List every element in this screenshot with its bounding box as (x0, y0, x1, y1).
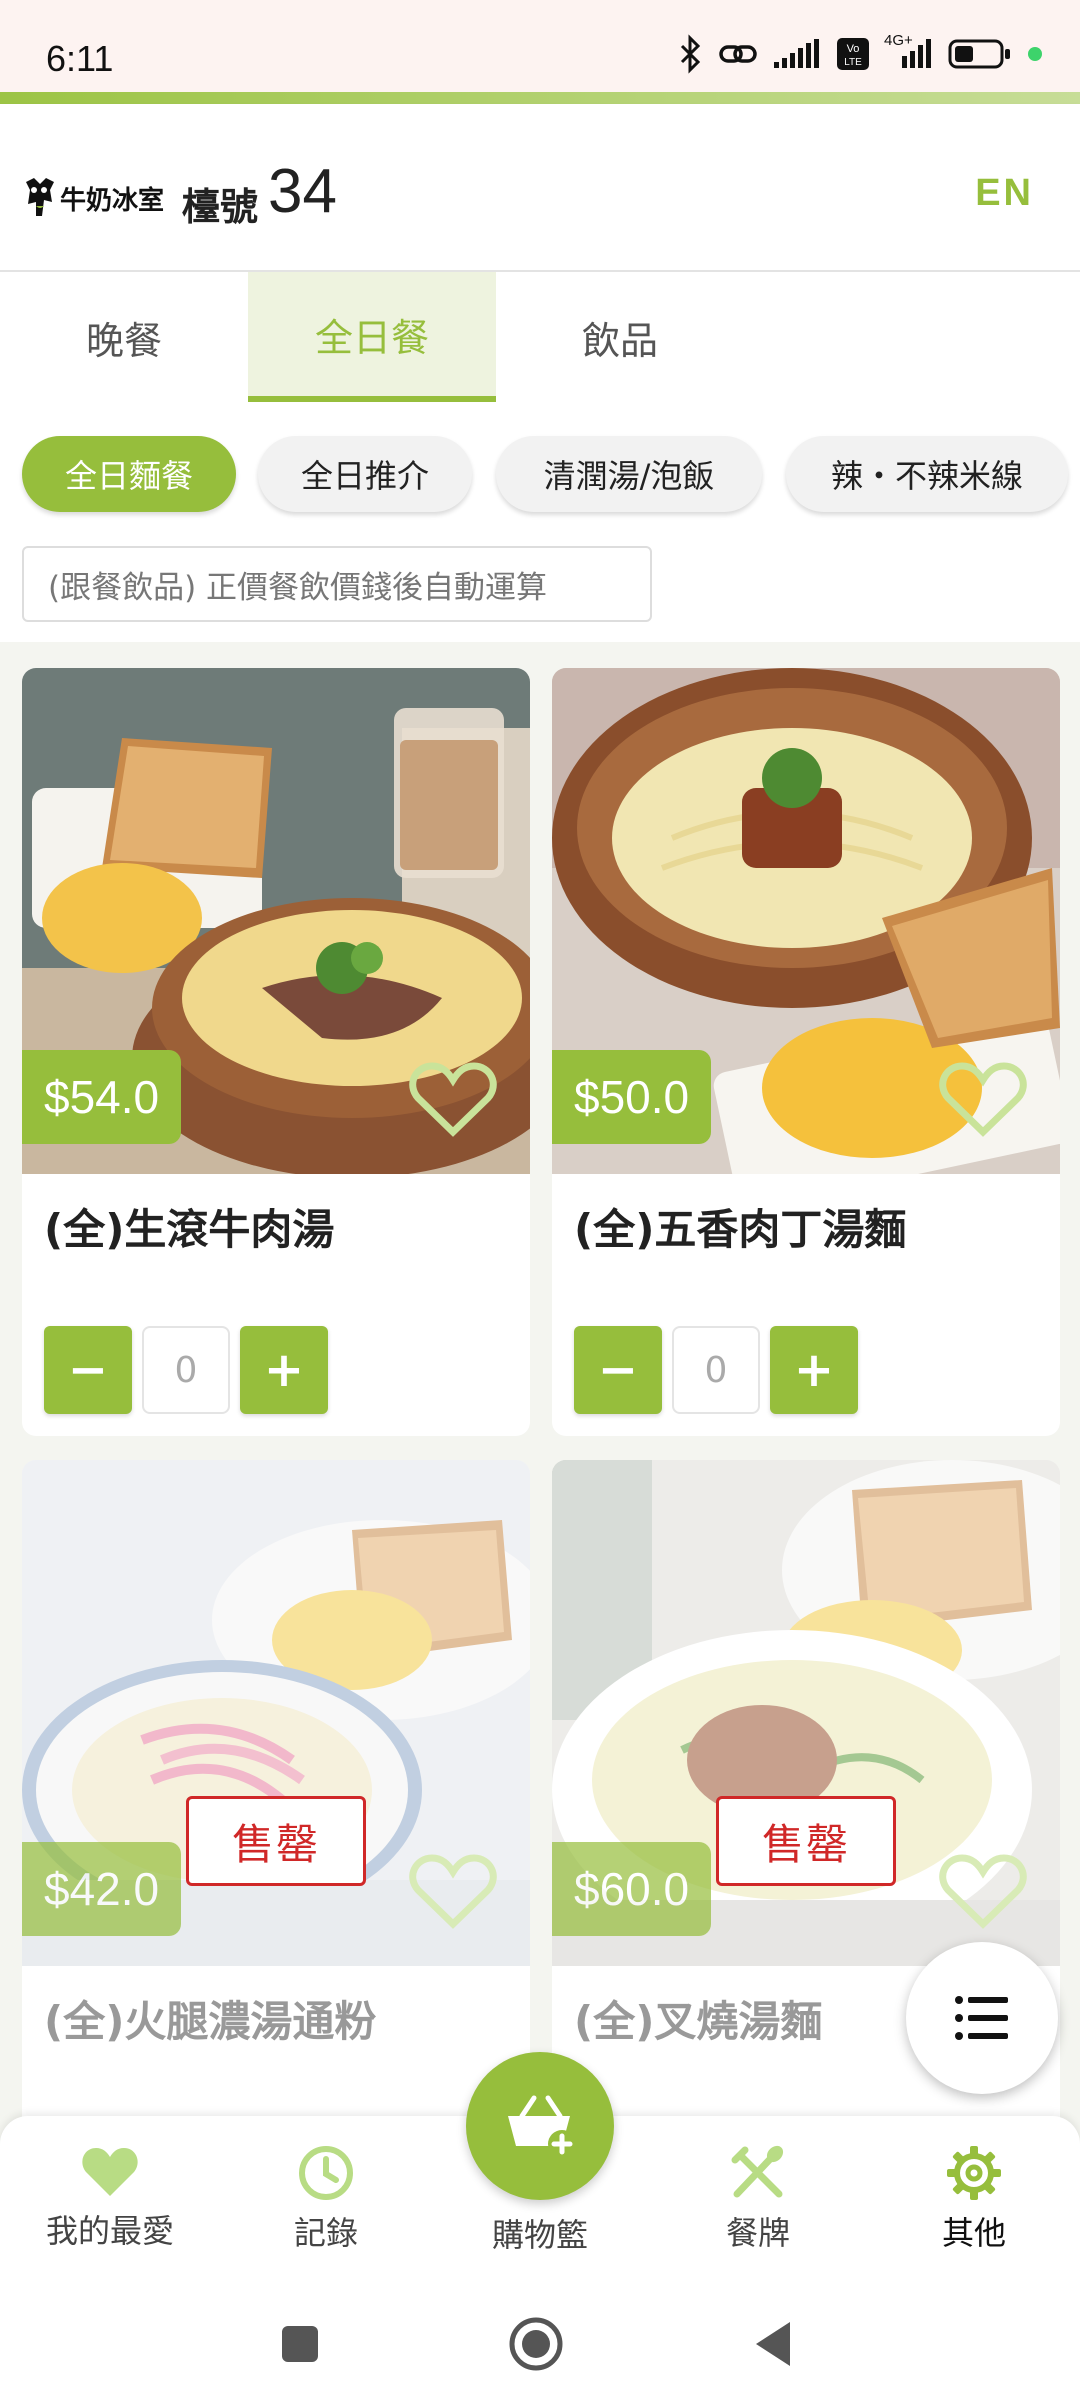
chip-all-day-noodles[interactable]: 全日麵餐 (22, 436, 236, 512)
price-tag: $50.0 (552, 1050, 712, 1144)
chip-rice-noodles[interactable]: 辣・不辣米線 (786, 436, 1068, 512)
increase-button[interactable]: + (770, 1326, 858, 1414)
favorite-heart-icon[interactable] (938, 1852, 1028, 1932)
quantity-field[interactable]: 0 (672, 1326, 760, 1414)
signal-icon (772, 38, 822, 74)
nav-favorites[interactable]: 我的最愛 (10, 2144, 210, 2252)
note-area: (跟餐飲品) 正價餐飲價錢後自動運算 (0, 532, 1080, 642)
price-tag: $60.0 (552, 1842, 712, 1936)
system-navigation-bar (0, 2284, 1080, 2400)
status-bar: 6:11 Vo LTE 4G+ (0, 0, 1080, 96)
favorite-heart-icon[interactable] (408, 1852, 498, 1932)
category-chips: 全日麵餐 全日推介 清潤湯/泡飯 辣・不辣米線 (0, 406, 1080, 532)
home-icon[interactable] (508, 2316, 564, 2372)
dish-name: (全)叉燒湯麵 (574, 1997, 823, 2046)
logo-text: 牛奶冰室 (60, 185, 165, 216)
svg-text:Vo: Vo (847, 43, 860, 55)
menu-item-card[interactable]: $54.0 (全)生滾牛肉湯 − 0 + (22, 668, 530, 1436)
menu-item-card[interactable]: $50.0 (全)五香肉丁湯麵 − 0 + (552, 668, 1060, 1436)
svg-text:LTE: LTE (844, 57, 862, 68)
cart-label: 購物籃 (491, 2216, 588, 2254)
status-dot-icon (1026, 45, 1044, 67)
basket-add-icon (508, 2095, 576, 2158)
favorite-heart-icon[interactable] (938, 1060, 1028, 1140)
dish-name: (全)火腿濃湯通粉 (44, 1997, 377, 2046)
quantity-field[interactable]: 0 (142, 1326, 230, 1414)
brand-logo: 牛奶冰室 (22, 176, 164, 220)
utensils-icon (731, 2145, 784, 2198)
decrease-button[interactable]: − (574, 1326, 662, 1414)
recent-apps-icon[interactable] (280, 2324, 320, 2364)
chip-soup-rice[interactable]: 清潤湯/泡飯 (496, 436, 762, 512)
decrease-button[interactable]: − (44, 1326, 132, 1414)
status-icons: Vo LTE 4G+ (678, 32, 1044, 78)
tab-drinks[interactable]: 飲品 (496, 272, 744, 402)
language-toggle[interactable]: EN (975, 172, 1034, 215)
tab-all-day[interactable]: 全日餐 (248, 272, 496, 402)
clock-icon (299, 2146, 353, 2200)
menu-item-card[interactable]: $42.0 售罄 (全)火腿濃湯通粉 (22, 1460, 530, 2180)
table-label: 檯號 (182, 185, 259, 229)
status-time: 6:11 (46, 38, 114, 79)
price-tag: $54.0 (22, 1050, 182, 1144)
nav-history[interactable]: 記錄 (226, 2144, 426, 2254)
drink-pricing-note: (跟餐飲品) 正價餐飲價錢後自動運算 (22, 546, 652, 622)
table-number: 34 (268, 157, 337, 226)
cart-button[interactable] (466, 2052, 614, 2200)
heart-icon (82, 2148, 138, 2196)
list-icon (955, 1996, 1008, 2040)
nav-others[interactable]: 其他 (874, 2144, 1074, 2254)
sold-out-badge: 售罄 (716, 1796, 896, 1886)
increase-button[interactable]: + (240, 1326, 328, 1414)
quantity-stepper: − 0 + (44, 1326, 328, 1414)
cow-icon (26, 178, 54, 216)
back-icon[interactable] (752, 2320, 792, 2368)
dish-name: (全)五香肉丁湯麵 (574, 1205, 907, 1254)
nav-menu[interactable]: 餐牌 (658, 2144, 858, 2254)
link-icon (718, 39, 758, 73)
dish-name: (全)生滾牛肉湯 (44, 1205, 335, 1254)
network-4g-icon: 4G+ (884, 32, 934, 74)
accent-bar (0, 92, 1080, 104)
volte-icon: Vo LTE (836, 37, 870, 75)
price-tag: $42.0 (22, 1842, 182, 1936)
app-header: 牛奶冰室 檯號 34 EN (0, 104, 1080, 272)
favorite-heart-icon[interactable] (408, 1060, 498, 1140)
category-list-button[interactable] (906, 1942, 1058, 2094)
tab-dinner[interactable]: 晚餐 (0, 272, 248, 402)
sold-out-badge: 售罄 (186, 1796, 366, 1886)
quantity-stepper: − 0 + (574, 1326, 858, 1414)
bluetooth-icon (678, 34, 704, 78)
battery-icon (948, 38, 1012, 74)
meal-tabs: 晚餐 全日餐 飲品 (0, 272, 1080, 406)
gear-icon (947, 2146, 1001, 2200)
chip-all-day-recommended[interactable]: 全日推介 (258, 436, 472, 512)
